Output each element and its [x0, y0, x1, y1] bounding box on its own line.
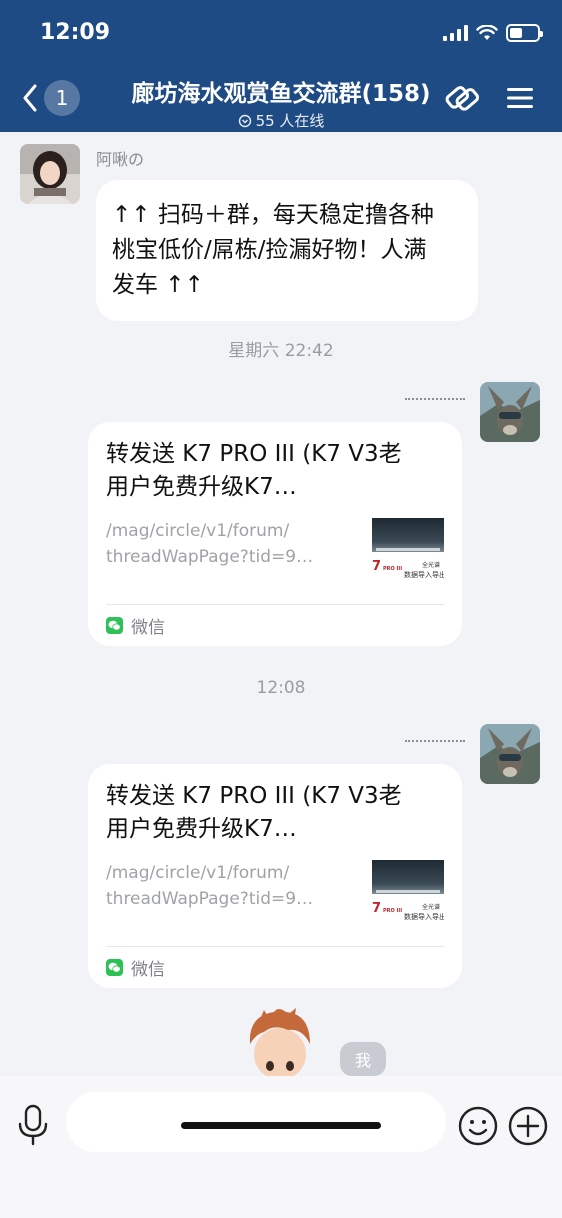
card-title: 转发送 K7 PRO III (K7 V3老 用户免费升级K7… — [106, 780, 444, 846]
link-card[interactable]: 转发送 K7 PRO III (K7 V3老 用户免费升级K7… /mag/ci… — [88, 764, 462, 988]
thumb-logo-sub: PRO III — [383, 908, 403, 914]
thumb-logo-sub: PRO III — [383, 566, 403, 572]
card-source: 微信 — [131, 618, 165, 638]
online-status: 55 人在线 — [238, 110, 325, 131]
card-url-line: /mag/circle/v1/forum/ — [106, 521, 290, 541]
status-icons — [443, 24, 543, 42]
home-indicator — [181, 1122, 381, 1129]
card-footer: 微信 — [106, 604, 444, 646]
timestamp: 12:08 — [256, 678, 306, 698]
link-card[interactable]: 转发送 K7 PRO III (K7 V3老 用户免费升级K7… /mag/ci… — [88, 422, 462, 646]
sender-name: 阿啾の — [96, 150, 145, 169]
thumb-text: 数据导入导出 — [404, 571, 444, 579]
voice-input-icon[interactable] — [16, 1104, 50, 1146]
online-indicator-icon — [238, 114, 251, 127]
thumb-logo: 7 — [372, 559, 382, 574]
card-footer: 微信 — [106, 946, 444, 988]
sender-avatar[interactable] — [480, 382, 540, 442]
wifi-icon — [476, 25, 498, 40]
card-title-line: 用户免费升级K7… — [106, 816, 297, 842]
card-body: /mag/circle/v1/forum/ threadWapPage?tid=… — [106, 860, 444, 932]
group-link-icon[interactable] — [444, 82, 480, 114]
message-line: 桃宝低价/屌栋/捡漏好物！人满 — [112, 237, 427, 263]
back-button[interactable]: 1 — [22, 80, 80, 116]
add-icon[interactable] — [508, 1106, 548, 1146]
emoji-icon[interactable] — [458, 1106, 498, 1146]
card-url-line: threadWapPage?tid=9… — [106, 889, 314, 909]
sender-name-hidden — [405, 398, 465, 400]
card-source: 微信 — [131, 960, 165, 980]
message-bubble[interactable]: ↑↑ 扫码＋群，每天稳定撸各种 桃宝低价/屌栋/捡漏好物！人满 发车 ↑↑ — [96, 180, 478, 321]
card-url: /mag/circle/v1/forum/ threadWapPage?tid=… — [106, 860, 326, 932]
cartoon-avatar — [249, 1008, 310, 1076]
card-url: /mag/circle/v1/forum/ threadWapPage?tid=… — [106, 518, 326, 590]
menu-icon[interactable] — [506, 86, 534, 110]
message-list[interactable]: 阿啾の ↑↑ 扫码＋群，每天稳定撸各种 桃宝低价/屌栋/捡漏好物！人满 发车 ↑… — [0, 132, 562, 1076]
timestamp: 星期六 22:42 — [228, 341, 334, 361]
sender-name-hidden — [405, 740, 465, 742]
card-url-line: threadWapPage?tid=9… — [106, 547, 314, 567]
chevron-left-icon — [23, 84, 37, 112]
wechat-icon — [106, 959, 123, 976]
card-title-line: 转发送 K7 PRO III (K7 V3老 — [106, 441, 402, 467]
thumb-text: 全光谱 — [422, 904, 441, 911]
chat-header: 12:09 1 廊坊海水观赏鱼交流群(158) 55 人在线 — [0, 0, 562, 132]
input-bar — [0, 1076, 562, 1218]
cellular-signal-icon — [443, 25, 468, 41]
unread-count-badge: 1 — [44, 80, 80, 116]
message-line: 发车 ↑↑ — [112, 272, 204, 298]
thumb-text: 全光谱 — [422, 562, 441, 569]
sender-avatar[interactable] — [20, 144, 80, 204]
card-title-line: 用户免费升级K7… — [106, 474, 297, 500]
card-url-line: /mag/circle/v1/forum/ — [106, 863, 290, 883]
card-title: 转发送 K7 PRO III (K7 V3老 用户免费升级K7… — [106, 438, 444, 504]
wechat-icon — [106, 617, 123, 634]
me-tag: 我 — [340, 1042, 386, 1076]
battery-icon — [506, 24, 543, 42]
card-thumbnail: 7 PRO III 全光谱 数据导入导出 — [372, 518, 444, 584]
sender-avatar[interactable] — [480, 724, 540, 784]
thumb-logo: 7 — [372, 901, 382, 916]
card-body: /mag/circle/v1/forum/ threadWapPage?tid=… — [106, 518, 444, 590]
status-time: 12:09 — [40, 20, 111, 45]
online-count: 55 人在线 — [255, 112, 325, 130]
message-line: ↑↑ 扫码＋群，每天稳定撸各种 — [112, 202, 434, 228]
thumb-text: 数据导入导出 — [404, 913, 444, 921]
header-actions — [444, 82, 534, 114]
card-title-line: 转发送 K7 PRO III (K7 V3老 — [106, 783, 402, 809]
card-thumbnail: 7 PRO III 全光谱 数据导入导出 — [372, 860, 444, 926]
